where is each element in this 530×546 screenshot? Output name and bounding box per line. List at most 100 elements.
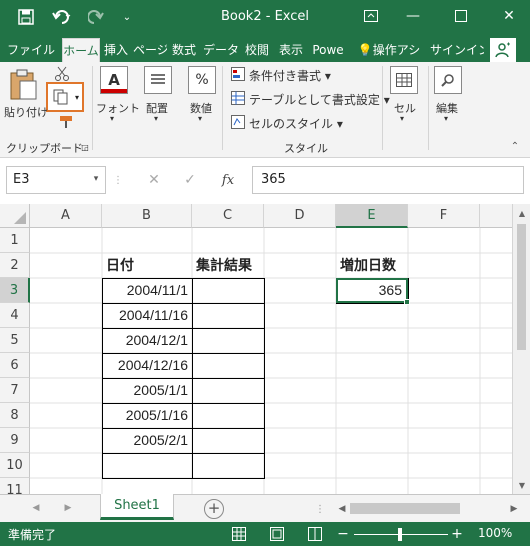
row-header[interactable]: 9 (0, 428, 30, 453)
alignment-icon[interactable] (144, 66, 172, 94)
add-sheet-icon[interactable]: + (204, 499, 224, 519)
tab-view[interactable]: 表示 (275, 38, 307, 62)
name-box-dropdown-icon[interactable]: ▾ (90, 172, 102, 186)
row-header-selected[interactable]: 3 (0, 278, 30, 303)
column-header[interactable] (480, 204, 512, 228)
fill-handle[interactable] (404, 299, 410, 305)
save-icon[interactable] (14, 6, 38, 28)
cell-B7[interactable]: 2005/1/1 (102, 378, 192, 403)
row-header[interactable]: 7 (0, 378, 30, 403)
undo-icon[interactable] (48, 6, 76, 28)
cell-B8[interactable]: 2005/1/16 (102, 403, 192, 428)
enter-icon[interactable]: ✓ (180, 170, 200, 190)
cells-icon[interactable] (390, 66, 418, 94)
grip-icon[interactable]: ⋮ (315, 501, 325, 517)
column-header-selected[interactable]: E (336, 204, 408, 228)
maximize-icon[interactable] (446, 4, 476, 28)
scroll-left-icon[interactable]: ◀ (336, 502, 348, 516)
tab-insert[interactable]: 挿入 (101, 38, 131, 62)
paste-icon[interactable] (6, 68, 40, 102)
row-header[interactable]: 8 (0, 403, 30, 428)
lightbulb-icon: 💡 (357, 43, 373, 57)
percent-icon[interactable]: % (188, 66, 216, 94)
tab-data[interactable]: データ (202, 38, 240, 62)
search-icon[interactable] (434, 66, 462, 94)
tab-formulas[interactable]: 数式 (168, 38, 200, 62)
select-all-corner[interactable] (0, 204, 30, 228)
cell-C2[interactable]: 集計結果 (192, 253, 264, 278)
signin-link[interactable]: サインイン (430, 38, 484, 62)
cells-label[interactable]: セル (394, 100, 416, 116)
tab-power[interactable]: Powe (309, 38, 347, 62)
row-header[interactable]: 5 (0, 328, 30, 353)
column-header[interactable]: F (408, 204, 480, 228)
copy-button[interactable]: ▾ (46, 82, 84, 112)
scroll-down-icon[interactable]: ▼ (516, 480, 528, 490)
cancel-icon[interactable]: ✕ (144, 170, 164, 190)
horizontal-scroll-thumb[interactable] (350, 503, 460, 514)
cell-E2[interactable]: 増加日数 (336, 253, 408, 278)
cell-B9[interactable]: 2005/2/1 (102, 428, 192, 453)
zoom-in-icon[interactable]: + (450, 525, 464, 543)
tab-home[interactable]: ホーム (62, 38, 100, 62)
number-dropdown-icon[interactable]: ▾ (198, 114, 202, 123)
row-header[interactable]: 1 (0, 228, 30, 253)
font-label[interactable]: フォント (96, 100, 140, 116)
cell-B2[interactable]: 日付 (102, 253, 192, 278)
close-icon[interactable]: ✕ (494, 4, 524, 28)
zoom-level[interactable]: 100% (478, 526, 512, 540)
column-header[interactable]: B (102, 204, 192, 228)
format-as-table-button[interactable]: テーブルとして書式設定 ▾ (249, 91, 390, 108)
copy-dropdown-icon: ▾ (74, 92, 79, 102)
grip-icon[interactable]: ⋮ (113, 172, 123, 188)
conditional-format-button[interactable]: 条件付き書式 ▾ (249, 67, 331, 84)
page-break-view-icon[interactable] (306, 525, 324, 543)
prev-sheet-icon[interactable]: ◀ (30, 501, 42, 515)
format-as-table-icon (230, 90, 246, 106)
format-painter-icon[interactable] (56, 114, 76, 130)
next-sheet-icon[interactable]: ▶ (62, 501, 74, 515)
scroll-up-icon[interactable]: ▲ (516, 208, 528, 218)
sheet-tab-active[interactable]: Sheet1 (100, 494, 174, 520)
ribbon-display-icon[interactable] (356, 4, 386, 28)
dialog-launcher-icon[interactable]: ◲ (80, 142, 90, 152)
status-bar: 準備完了 − + 100% (0, 522, 530, 546)
normal-view-icon[interactable] (230, 525, 248, 543)
zoom-out-icon[interactable]: − (336, 525, 350, 543)
collapse-ribbon-icon[interactable]: ⌃ (508, 140, 522, 152)
cells-dropdown-icon[interactable]: ▾ (400, 114, 404, 123)
cell-B4[interactable]: 2004/11/16 (102, 303, 192, 328)
scroll-right-icon[interactable]: ▶ (508, 502, 520, 516)
tab-page-layout[interactable]: ページ (133, 38, 167, 62)
customize-icon[interactable]: ⌄ (118, 6, 136, 28)
tab-file[interactable]: ファイル (4, 38, 58, 62)
row-header[interactable]: 4 (0, 303, 30, 328)
tell-me-search[interactable]: 💡操作アシ (352, 38, 426, 62)
row-header[interactable]: 6 (0, 353, 30, 378)
share-person-icon[interactable] (490, 38, 516, 62)
editing-dropdown-icon[interactable]: ▾ (444, 114, 448, 123)
cell-styles-button[interactable]: セルのスタイル ▾ (249, 115, 343, 132)
alignment-dropdown-icon[interactable]: ▾ (154, 114, 158, 123)
font-dropdown-icon[interactable]: ▾ (110, 114, 114, 123)
cut-icon[interactable] (52, 64, 72, 84)
scroll-thumb[interactable] (517, 224, 526, 350)
row-header[interactable]: 11 (0, 478, 30, 494)
redo-icon[interactable] (84, 6, 112, 28)
vertical-scrollbar[interactable]: ▲ ▼ (512, 204, 530, 494)
minimize-icon[interactable]: — (398, 4, 428, 28)
cell-B6[interactable]: 2004/12/16 (102, 353, 192, 378)
formula-input[interactable]: 365 (252, 166, 524, 194)
insert-function-icon[interactable]: fx (216, 170, 240, 190)
column-header[interactable]: D (264, 204, 336, 228)
cell-B5[interactable]: 2004/12/1 (102, 328, 192, 353)
row-header[interactable]: 2 (0, 253, 30, 278)
row-header[interactable]: 10 (0, 453, 30, 478)
page-layout-view-icon[interactable] (268, 525, 286, 543)
tab-review[interactable]: 校閲 (241, 38, 273, 62)
column-header[interactable]: A (30, 204, 102, 228)
cell-E3-selected[interactable]: 365 (336, 278, 408, 303)
cell-B3[interactable]: 2004/11/1 (102, 278, 192, 303)
zoom-slider-thumb[interactable] (398, 528, 402, 541)
column-header[interactable]: C (192, 204, 264, 228)
